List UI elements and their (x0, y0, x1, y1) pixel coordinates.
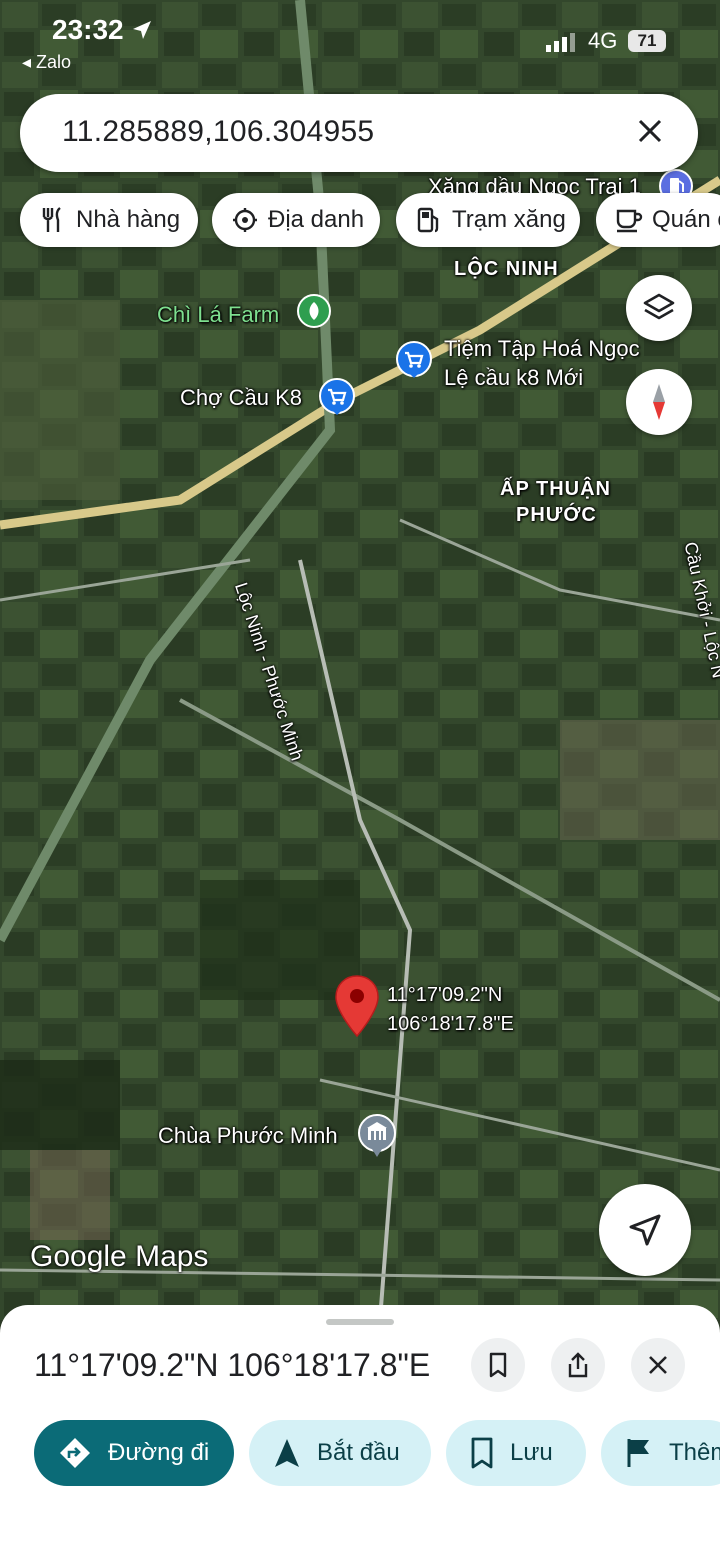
status-time-text: 23:32 (52, 14, 124, 45)
close-icon (649, 1356, 667, 1374)
close-icon (638, 119, 662, 143)
sheet-drag-handle[interactable] (326, 1319, 394, 1325)
navigation-arrow-icon (629, 1214, 661, 1246)
my-location-button[interactable] (599, 1184, 691, 1276)
chip-label: Quán c (652, 206, 720, 233)
chip-landmarks[interactable]: Địa danh (212, 193, 380, 247)
place-label-cho-cau[interactable]: Chợ Cầu K8 (180, 385, 302, 411)
compass-button[interactable] (626, 369, 692, 435)
place-coordinates-title: 11°17'09.2"N 106°18'17.8"E (34, 1347, 431, 1383)
share-icon (568, 1352, 588, 1378)
back-to-app-link[interactable]: ◂ Zalo (22, 52, 71, 73)
dropped-pin-icon[interactable] (334, 974, 380, 1043)
google-maps-logo: Google Maps (30, 1240, 209, 1273)
compass-icon (653, 384, 665, 420)
place-bottom-sheet[interactable]: 11°17'09.2"N 106°18'17.8"E Đường đi Bắt … (0, 1305, 720, 1557)
shopping-cart-pin-icon[interactable] (318, 377, 356, 426)
layers-icon (643, 293, 675, 320)
chip-label: Trạm xăng (452, 206, 566, 233)
more-label: Thêm (669, 1439, 720, 1466)
save-button[interactable]: Lưu (446, 1420, 586, 1486)
navigation-start-icon (273, 1437, 301, 1469)
place-label-chua-phuoc-minh[interactable]: Chùa Phước Minh (158, 1123, 338, 1149)
more-button[interactable]: Thêm (601, 1420, 720, 1486)
save-label: Lưu (510, 1439, 553, 1466)
start-label: Bắt đầu (317, 1439, 400, 1466)
coffee-icon (614, 205, 644, 235)
pin-longitude-label: 106°18'17.8"E (387, 1013, 514, 1035)
location-arrow-icon (133, 21, 152, 39)
place-label-chi-la-farm[interactable]: Chì Lá Farm (157, 302, 279, 328)
directions-icon (58, 1436, 92, 1470)
search-bar[interactable]: 11.285889,106.304955 (20, 94, 698, 172)
place-label-loc-ninh: LỘC NINH (454, 258, 559, 280)
temple-pin-icon[interactable] (357, 1113, 397, 1164)
close-sheet-button[interactable] (631, 1338, 685, 1392)
search-query[interactable]: 11.285889,106.304955 (62, 115, 374, 149)
place-label-ap-thuan-line2: PHƯỚC (516, 504, 597, 526)
gas-station-icon (414, 205, 444, 235)
place-label-tiem-tap-hoa-line2[interactable]: Lệ cầu k8 Mới (444, 365, 583, 391)
layers-button[interactable] (626, 275, 692, 341)
chip-label: Địa danh (268, 206, 365, 233)
directions-button[interactable]: Đường đi (34, 1420, 234, 1486)
place-label-tiem-tap-hoa-line1[interactable]: Tiệm Tập Hoá Ngọc (444, 336, 640, 362)
network-type: 4G (588, 28, 618, 53)
signal-bars-icon (546, 33, 575, 52)
status-bar: 23:32 ◂ Zalo 4G 71 (0, 0, 720, 80)
save-bookmark-button[interactable] (471, 1338, 525, 1392)
chip-cafes[interactable]: Quán c (596, 193, 720, 247)
status-time: 23:32 (52, 14, 153, 46)
bookmark-icon (489, 1352, 507, 1378)
bookmark-icon (470, 1437, 494, 1469)
flag-icon (625, 1437, 653, 1469)
shopping-cart-pin-icon[interactable] (395, 340, 433, 389)
place-label-ap-thuan-line1: ẤP THUẬN (500, 478, 611, 500)
clear-search-button[interactable] (628, 110, 672, 154)
landmark-icon (230, 205, 260, 235)
start-button[interactable]: Bắt đầu (249, 1420, 431, 1486)
pin-latitude-label: 11°17'09.2"N (387, 984, 503, 1006)
fork-knife-icon (38, 205, 68, 235)
directions-label: Đường đi (108, 1439, 210, 1466)
battery-indicator: 71 (628, 30, 666, 52)
chip-restaurants[interactable]: Nhà hàng (20, 193, 198, 247)
chip-gas-stations[interactable]: Trạm xăng (396, 193, 580, 247)
share-button[interactable] (551, 1338, 605, 1392)
farm-pin-icon[interactable] (296, 293, 332, 334)
chip-label: Nhà hàng (76, 206, 181, 233)
